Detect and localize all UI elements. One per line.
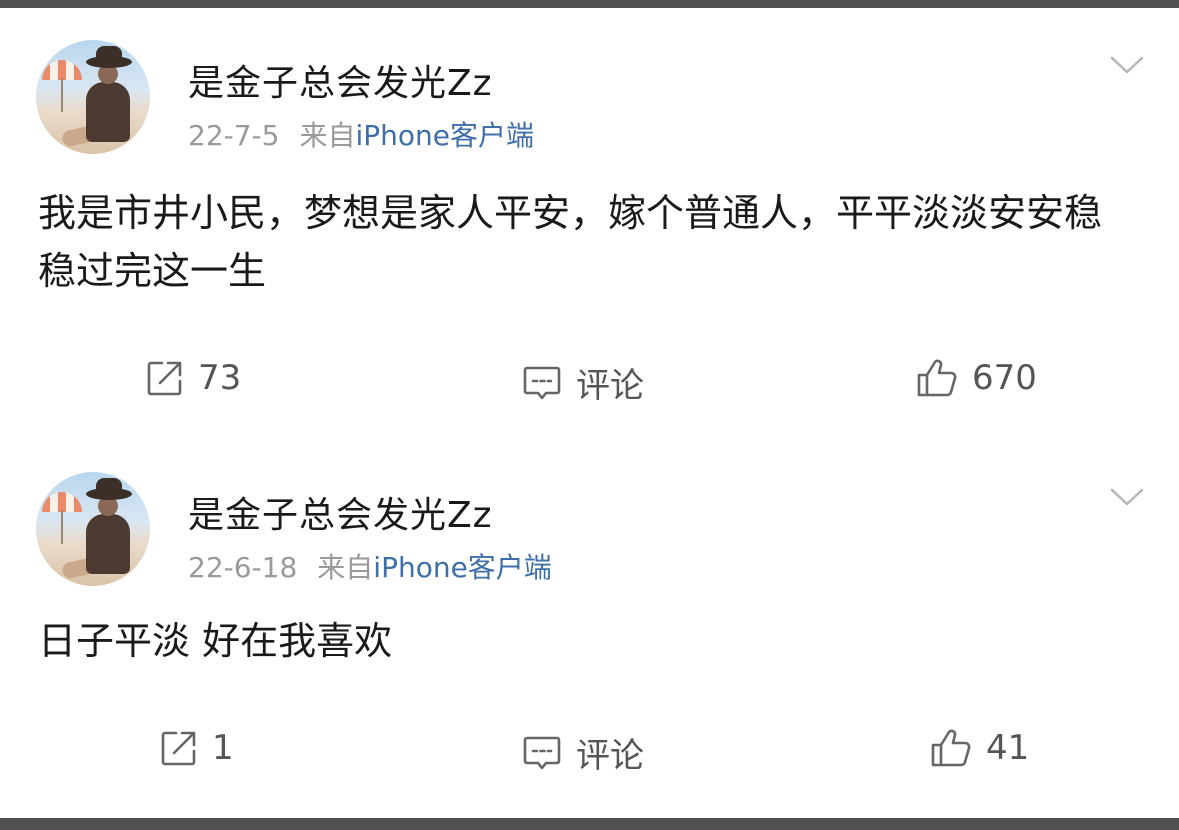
source-prefix: 来自	[299, 119, 356, 152]
like-count: 670	[972, 358, 1037, 398]
avatar-umbrella	[42, 492, 82, 512]
repost-count: 1	[212, 728, 234, 768]
post-date: 22-6-18	[188, 551, 298, 584]
bottom-frame-bar	[0, 818, 1179, 830]
like-button[interactable]: 670	[916, 358, 1037, 398]
comment-icon	[523, 366, 561, 399]
avatar-umbrella	[42, 60, 82, 80]
comment-button[interactable]: 评论	[522, 358, 644, 407]
post-meta: 22-7-5 来自iPhone客户端	[188, 114, 534, 154]
top-frame-bar	[0, 0, 1179, 8]
share-icon	[161, 731, 196, 766]
action-bar: 73 评论 670	[0, 358, 1179, 406]
device-source[interactable]: iPhone客户端	[373, 551, 552, 584]
comment-icon	[523, 736, 561, 769]
avatar-umbrella-pole	[61, 78, 63, 112]
avatar-figure	[86, 514, 130, 574]
device-source[interactable]: iPhone客户端	[355, 119, 534, 152]
repost-button[interactable]: 1	[160, 728, 234, 768]
comment-button[interactable]: 评论	[522, 728, 644, 777]
comment-label: 评论	[576, 736, 644, 776]
post-card: 是金子总会发光Zz 22-7-5 来自iPhone客户端 我是市井小民，梦想是家人…	[0, 8, 1179, 408]
avatar[interactable]	[36, 472, 150, 586]
avatar-figure	[86, 82, 130, 142]
like-count: 41	[986, 728, 1030, 768]
comment-label: 评论	[576, 366, 644, 406]
thumbs-up-icon	[917, 359, 957, 397]
like-button[interactable]: 41	[930, 728, 1029, 768]
action-bar: 1 评论 41	[0, 728, 1179, 776]
source-prefix: 来自	[317, 551, 374, 584]
repost-button[interactable]: 73	[146, 358, 241, 398]
chevron-down-icon[interactable]	[1110, 486, 1144, 508]
post-content: 我是市井小民，梦想是家人平安，嫁个普通人，平平淡淡安安稳稳过完这一生	[38, 191, 1103, 293]
avatar[interactable]	[36, 40, 150, 154]
post-meta: 22-6-18 来自iPhone客户端	[188, 546, 552, 586]
avatar-umbrella-pole	[61, 510, 63, 544]
username[interactable]: 是金子总会发光Zz	[188, 486, 493, 538]
avatar-hat-crown	[96, 478, 122, 494]
repost-count: 73	[198, 358, 242, 398]
chevron-down-icon[interactable]	[1110, 54, 1144, 76]
avatar-hat-crown	[96, 46, 122, 62]
post-date: 22-7-5	[188, 119, 280, 152]
post-card: 是金子总会发光Zz 22-6-18 来自iPhone客户端 日子平淡 好在我喜欢 …	[0, 440, 1179, 810]
post-content: 日子平淡 好在我喜欢	[38, 619, 393, 663]
username[interactable]: 是金子总会发光Zz	[188, 54, 493, 106]
thumbs-up-icon	[931, 729, 971, 767]
share-icon	[147, 361, 182, 396]
